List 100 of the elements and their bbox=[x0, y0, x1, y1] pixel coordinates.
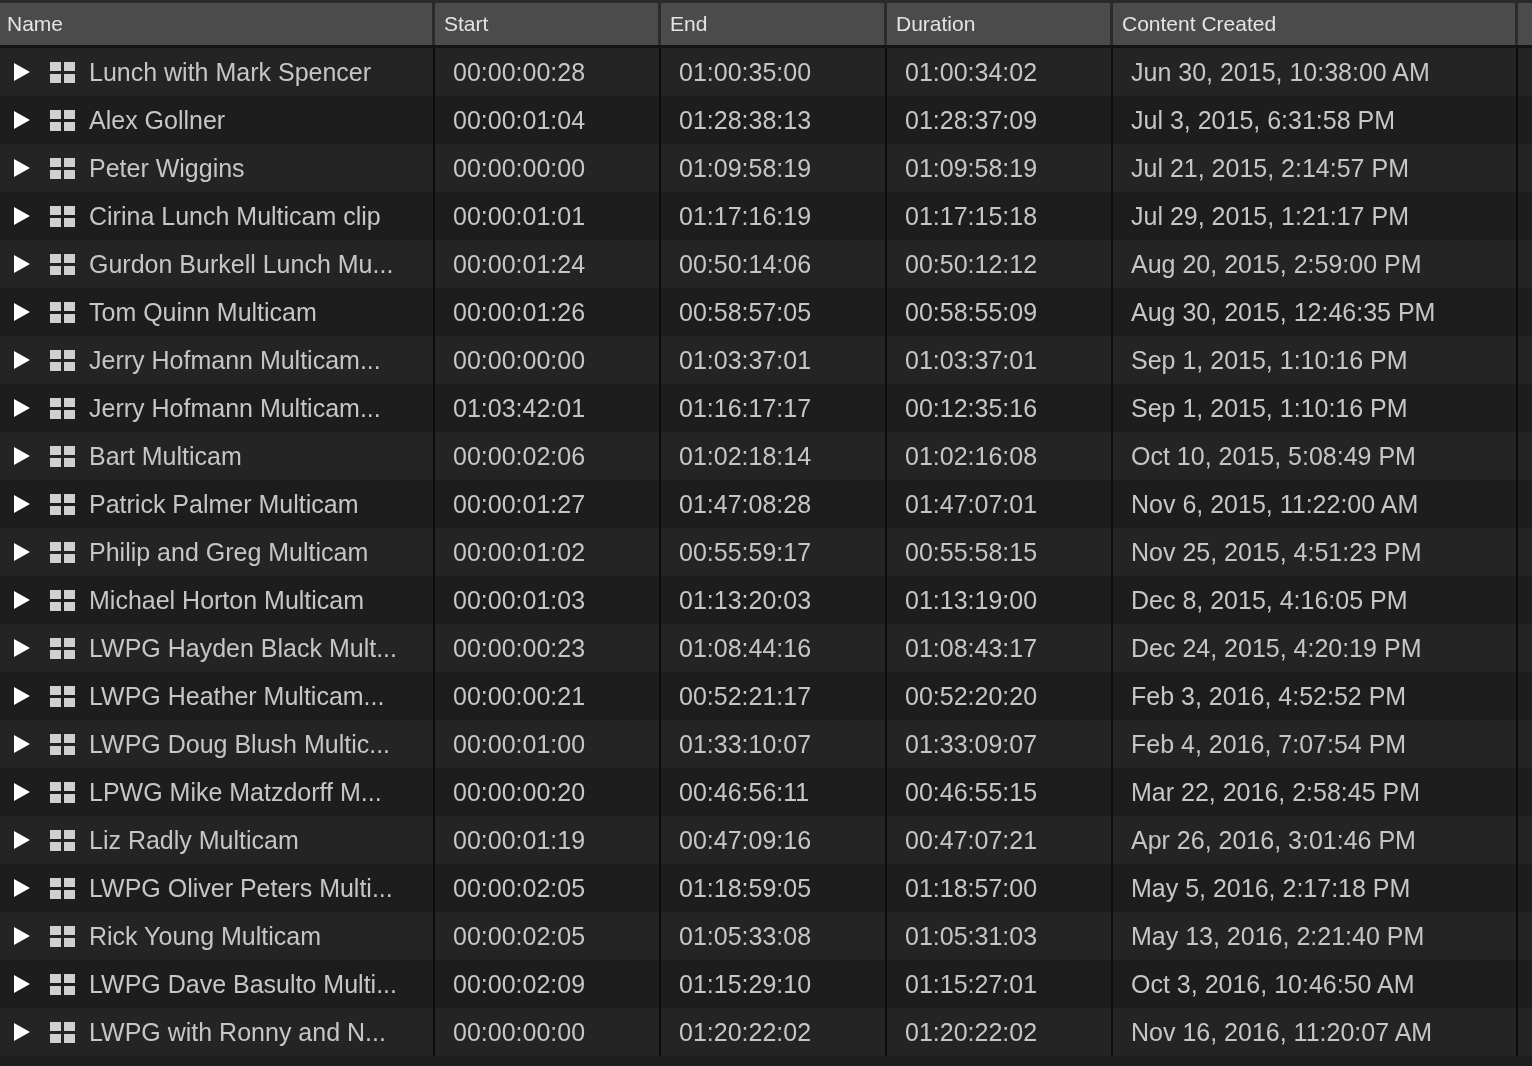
table-cell: 01:33:10:07 bbox=[679, 729, 812, 759]
table-cell: 00:00:01:01 bbox=[453, 201, 586, 231]
table-cell: Oct 3, 2016, 10:46:50 AM bbox=[1131, 969, 1415, 999]
table-cell: 00:00:00:00 bbox=[453, 345, 586, 375]
table-cell: Mar 22, 2016, 2:58:45 PM bbox=[1131, 777, 1421, 807]
disclosure-triangle-icon[interactable] bbox=[14, 63, 30, 81]
disclosure-triangle-icon[interactable] bbox=[14, 927, 30, 945]
table-cell: 00:46:55:15 bbox=[905, 777, 1038, 807]
multicam-grid-icon bbox=[50, 733, 75, 755]
table-cell: 01:08:43:17 bbox=[905, 633, 1038, 663]
disclosure-triangle-icon[interactable] bbox=[14, 303, 30, 321]
table-cell: 00:00:00:20 bbox=[453, 777, 586, 807]
table-cell: 01:05:31:03 bbox=[905, 921, 1038, 951]
clip-name: Alex Gollner bbox=[89, 105, 226, 135]
multicam-grid-icon bbox=[50, 445, 75, 467]
table-cell: 01:20:22:02 bbox=[905, 1017, 1038, 1047]
disclosure-triangle-icon[interactable] bbox=[14, 735, 30, 753]
clip-name: Patrick Palmer Multicam bbox=[89, 489, 359, 519]
table-cell: 00:00:00:00 bbox=[453, 153, 586, 183]
multicam-grid-icon bbox=[50, 397, 75, 419]
table-cell: 01:47:07:01 bbox=[905, 489, 1038, 519]
multicam-grid-icon bbox=[50, 781, 75, 803]
clip-name: Cirina Lunch Multicam clip bbox=[89, 201, 381, 231]
disclosure-triangle-icon[interactable] bbox=[14, 639, 30, 657]
multicam-grid-icon bbox=[50, 829, 75, 851]
table-cell: 00:00:01:02 bbox=[453, 537, 586, 567]
column-header[interactable]: Start bbox=[435, 3, 661, 45]
clip-name: Philip and Greg Multicam bbox=[89, 537, 369, 567]
disclosure-triangle-icon[interactable] bbox=[14, 1023, 30, 1041]
disclosure-triangle-icon[interactable] bbox=[14, 591, 30, 609]
clip-name: LWPG Oliver Peters Multi... bbox=[89, 873, 393, 903]
table-cell: 01:17:15:18 bbox=[905, 201, 1038, 231]
column-header[interactable]: Name bbox=[0, 3, 435, 45]
table-cell: Aug 20, 2015, 2:59:00 PM bbox=[1131, 249, 1422, 279]
table-cell: 01:18:57:00 bbox=[905, 873, 1038, 903]
table-cell: Nov 16, 2016, 11:20:07 AM bbox=[1131, 1017, 1433, 1047]
table-cell: 00:00:01:04 bbox=[453, 105, 586, 135]
multicam-grid-icon bbox=[50, 589, 75, 611]
disclosure-triangle-icon[interactable] bbox=[14, 687, 30, 705]
table-cell: 01:13:20:03 bbox=[679, 585, 812, 615]
disclosure-triangle-icon[interactable] bbox=[14, 879, 30, 897]
table-cell: 00:50:12:12 bbox=[905, 249, 1038, 279]
table-cell: 01:17:16:19 bbox=[679, 201, 812, 231]
clip-name: Liz Radly Multicam bbox=[89, 825, 299, 855]
disclosure-triangle-icon[interactable] bbox=[14, 831, 30, 849]
clip-name: Jerry Hofmann Multicam... bbox=[89, 393, 381, 423]
table-cell: 00:00:00:00 bbox=[453, 1017, 586, 1047]
disclosure-triangle-icon[interactable] bbox=[14, 159, 30, 177]
table-cell: 00:52:21:17 bbox=[679, 681, 812, 711]
column-header[interactable]: Duration bbox=[887, 3, 1113, 45]
clip-name: LWPG Dave Basulto Multi... bbox=[89, 969, 397, 999]
disclosure-triangle-icon[interactable] bbox=[14, 207, 30, 225]
table-cell: 00:00:00:21 bbox=[453, 681, 586, 711]
table-cell: Jul 21, 2015, 2:14:57 PM bbox=[1131, 153, 1409, 183]
disclosure-triangle-icon[interactable] bbox=[14, 495, 30, 513]
disclosure-triangle-icon[interactable] bbox=[14, 447, 30, 465]
disclosure-triangle-icon[interactable] bbox=[14, 351, 30, 369]
table-cell: 01:16:17:17 bbox=[679, 393, 812, 423]
table-cell: 01:28:38:13 bbox=[679, 105, 812, 135]
column-header[interactable]: Content Created bbox=[1113, 3, 1518, 45]
multicam-grid-icon bbox=[50, 157, 75, 179]
table-cell: 00:00:02:06 bbox=[453, 441, 586, 471]
disclosure-triangle-icon[interactable] bbox=[14, 111, 30, 129]
table-cell: Dec 8, 2015, 4:16:05 PM bbox=[1131, 585, 1408, 615]
table-cell: Nov 6, 2015, 11:22:00 AM bbox=[1131, 489, 1419, 519]
table-cell: May 5, 2016, 2:17:18 PM bbox=[1131, 873, 1411, 903]
table-cell: 01:09:58:19 bbox=[905, 153, 1038, 183]
table-cell: Nov 25, 2015, 4:51:23 PM bbox=[1131, 537, 1422, 567]
disclosure-triangle-icon[interactable] bbox=[14, 399, 30, 417]
table-cell: 01:15:27:01 bbox=[905, 969, 1038, 999]
disclosure-triangle-icon[interactable] bbox=[14, 783, 30, 801]
table-cell: 01:08:44:16 bbox=[679, 633, 812, 663]
disclosure-triangle-icon[interactable] bbox=[14, 255, 30, 273]
table-cell: Jun 30, 2015, 10:38:00 AM bbox=[1131, 57, 1430, 87]
multicam-grid-icon bbox=[50, 301, 75, 323]
clip-name: Lunch with Mark Spencer bbox=[89, 57, 372, 87]
disclosure-triangle-icon[interactable] bbox=[14, 543, 30, 561]
clip-name: LWPG Doug Blush Multic... bbox=[89, 729, 391, 759]
disclosure-triangle-icon[interactable] bbox=[14, 975, 30, 993]
table-cell: Feb 4, 2016, 7:07:54 PM bbox=[1131, 729, 1407, 759]
clip-name: LWPG Heather Multicam... bbox=[89, 681, 385, 711]
table-cell: 01:47:08:28 bbox=[679, 489, 812, 519]
table-cell: 01:28:37:09 bbox=[905, 105, 1038, 135]
table-cell: 00:00:01:03 bbox=[453, 585, 586, 615]
table-cell: 00:52:20:20 bbox=[905, 681, 1038, 711]
table-cell: 01:02:16:08 bbox=[905, 441, 1038, 471]
table-cell: Sep 1, 2015, 1:10:16 PM bbox=[1131, 393, 1408, 423]
table-cell: Aug 30, 2015, 12:46:35 PM bbox=[1131, 297, 1436, 327]
table-cell: 00:50:14:06 bbox=[679, 249, 812, 279]
table-cell: 00:00:01:27 bbox=[453, 489, 586, 519]
clip-name: LWPG Hayden Black Mult... bbox=[89, 633, 397, 663]
column-header[interactable]: End bbox=[661, 3, 887, 45]
clip-name: Bart Multicam bbox=[89, 441, 242, 471]
table-cell: Oct 10, 2015, 5:08:49 PM bbox=[1131, 441, 1416, 471]
table-cell: 01:02:18:14 bbox=[679, 441, 812, 471]
table-cell: Jul 3, 2015, 6:31:58 PM bbox=[1131, 105, 1396, 135]
table-cell: 01:15:29:10 bbox=[679, 969, 812, 999]
table-cell: 00:58:55:09 bbox=[905, 297, 1038, 327]
table-cell: 01:00:35:00 bbox=[679, 57, 812, 87]
table-cell: 00:55:58:15 bbox=[905, 537, 1038, 567]
